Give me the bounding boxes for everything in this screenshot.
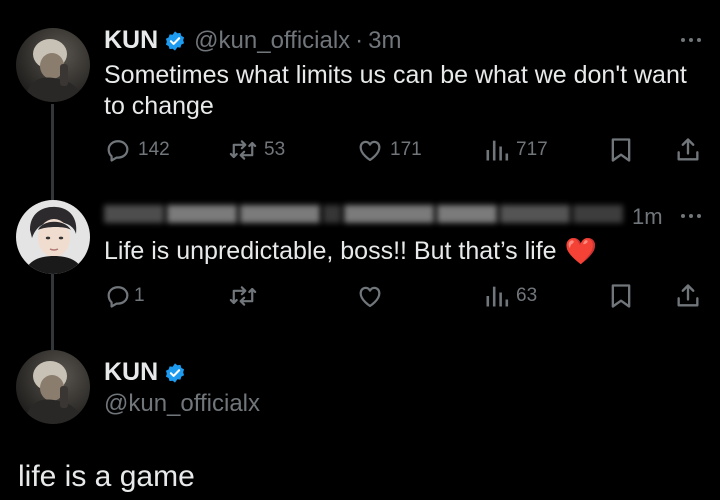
avatar-image — [16, 28, 90, 102]
more-dot-icon — [689, 214, 693, 218]
heart-icon — [359, 286, 381, 308]
repost-button[interactable]: 53 — [228, 136, 285, 164]
bookmark-button[interactable] — [608, 136, 634, 164]
views-button[interactable]: 63 — [484, 282, 537, 310]
tweet-text-line: to change — [104, 92, 214, 120]
views-count: 717 — [516, 139, 548, 160]
reply-icon — [107, 140, 129, 162]
blurred-author — [104, 203, 626, 225]
views-icon — [486, 140, 509, 161]
separator: · — [355, 26, 364, 54]
reply-count: 142 — [138, 139, 170, 160]
reply-button[interactable]: 142 — [104, 136, 170, 164]
repost-icon — [229, 286, 257, 306]
tweet-text: Sometimes what limits us can be what we … — [104, 60, 687, 122]
share-icon — [677, 138, 699, 161]
tweet-text-line: Sometimes what limits us can be what we … — [104, 61, 687, 89]
display-name[interactable]: KUN — [104, 26, 158, 55]
more-dot-icon — [681, 214, 685, 218]
reply-icon — [107, 286, 129, 308]
timestamp[interactable]: 1m — [632, 204, 663, 230]
more-options-button[interactable] — [681, 38, 701, 42]
share-button[interactable] — [675, 136, 701, 164]
like-button[interactable] — [356, 282, 384, 310]
views-button[interactable]: 717 — [484, 136, 548, 164]
heart-icon — [359, 140, 381, 162]
avatar[interactable] — [16, 200, 90, 274]
repost-icon — [229, 140, 257, 160]
display-name[interactable]: KUN — [104, 358, 158, 387]
like-button[interactable]: 171 — [356, 136, 422, 164]
views-count: 63 — [516, 285, 538, 306]
views-icon — [486, 286, 509, 307]
handle[interactable]: @kun_officialx — [104, 390, 260, 418]
avatar[interactable] — [16, 350, 90, 424]
thread-line-bottom — [51, 272, 54, 352]
thread-line-top — [51, 104, 54, 200]
timestamp[interactable]: 3m — [368, 27, 401, 55]
reply-button[interactable]: 1 — [104, 282, 145, 310]
repost-count: 53 — [264, 139, 286, 160]
tweet-header: KUN @kun_officialx · 3m — [104, 26, 402, 55]
more-dot-icon — [697, 214, 701, 218]
bookmark-icon — [611, 284, 631, 308]
reply-count: 1 — [134, 285, 145, 306]
verified-badge-icon — [164, 30, 186, 52]
bookmark-icon — [611, 138, 631, 162]
share-button[interactable] — [675, 282, 701, 310]
avatar[interactable] — [16, 28, 90, 102]
more-dot-icon — [681, 38, 685, 42]
reply-text: Life is unpredictable, boss!! But that’s… — [104, 236, 597, 267]
main-tweet-text: life is a game — [18, 460, 195, 493]
share-icon — [677, 284, 699, 307]
more-options-button[interactable] — [681, 214, 701, 218]
heart-emoji: ❤️ — [564, 236, 597, 266]
avatar-image — [16, 200, 90, 274]
main-tweet-header: KUN — [104, 358, 186, 387]
handle[interactable]: @kun_officialx — [194, 27, 350, 55]
thread-view: KUN @kun_officialx · 3m Sometimes what l… — [0, 0, 720, 500]
repost-button[interactable] — [228, 282, 258, 310]
verified-badge-icon — [164, 362, 186, 384]
like-count: 171 — [390, 139, 422, 160]
reply-text-content: Life is unpredictable, boss!! But that’s… — [104, 237, 557, 265]
bookmark-button[interactable] — [608, 282, 634, 310]
more-dot-icon — [689, 38, 693, 42]
avatar-image — [16, 350, 90, 424]
more-dot-icon — [697, 38, 701, 42]
